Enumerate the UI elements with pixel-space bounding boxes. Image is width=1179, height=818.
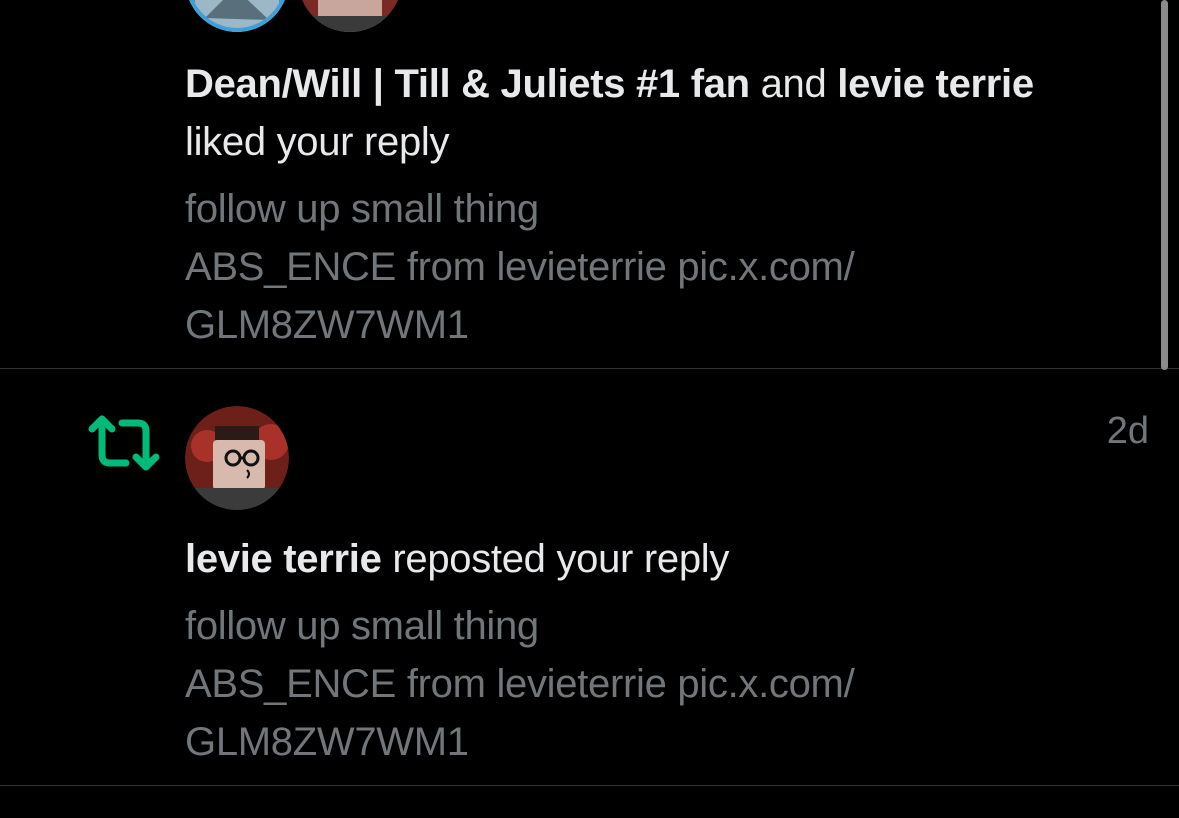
timestamp[interactable]: 2d	[1107, 410, 1149, 453]
reply-preview-line: ABS_ENCE from levieterrie pic.x.com/	[185, 662, 855, 706]
user-name-link[interactable]: levie terrie	[185, 537, 382, 581]
reply-preview-line: GLM8ZW7WM1	[185, 720, 469, 764]
like-headline: Dean/Will | Till & Juliets #1 fan and le…	[185, 55, 1034, 113]
avatar-levie-terrie[interactable]	[298, 0, 402, 32]
repost-headline: levie terrie reposted your reply	[185, 530, 729, 588]
notifications-feed: Dean/Will | Till & Juliets #1 fan and le…	[0, 0, 1179, 818]
like-notification[interactable]: Dean/Will | Till & Juliets #1 fan and le…	[0, 0, 1179, 368]
repost-icon	[88, 415, 160, 471]
avatar-dean-will[interactable]	[185, 0, 289, 32]
repost-action-text: reposted your reply	[381, 537, 730, 581]
avatar-levie-terrie[interactable]	[185, 406, 289, 510]
reply-preview-line: follow up small thing	[185, 604, 539, 648]
joiner-text: and	[749, 62, 838, 106]
reply-preview-line: GLM8ZW7WM1	[185, 303, 469, 347]
reply-preview-line: follow up small thing	[185, 187, 539, 231]
repost-notification[interactable]: 2d levie terrie reposted your reply foll…	[0, 369, 1179, 785]
scrollbar[interactable]	[1161, 0, 1168, 370]
reply-preview-line: ABS_ENCE from levieterrie pic.x.com/	[185, 245, 855, 289]
user-name-link[interactable]: Dean/Will | Till & Juliets #1 fan	[185, 62, 750, 106]
like-action-text: liked your reply	[185, 120, 450, 164]
divider	[0, 785, 1179, 786]
user-name-link[interactable]: levie terrie	[837, 62, 1034, 106]
